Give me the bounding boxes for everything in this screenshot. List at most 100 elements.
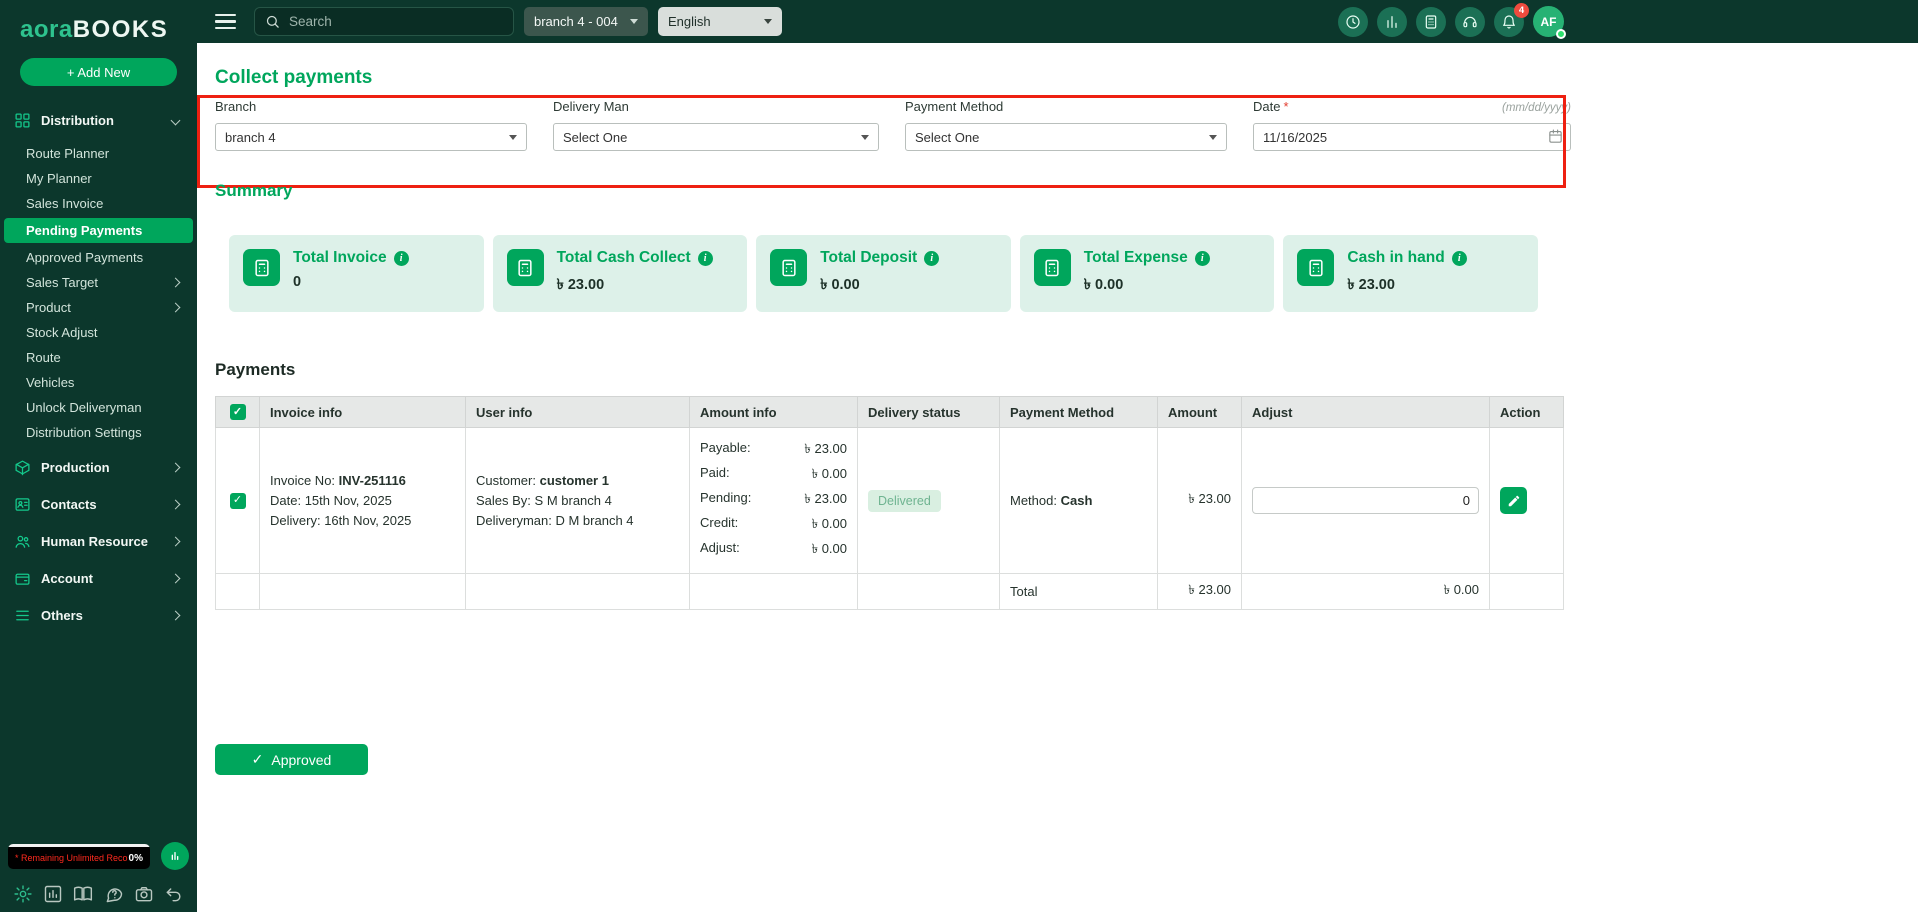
- invoice-number: INV-251116: [339, 473, 406, 488]
- branch-select[interactable]: branch 4 - 004: [524, 7, 648, 36]
- method-value: Cash: [1061, 493, 1093, 508]
- card-value: 0: [293, 274, 409, 290]
- sidebar-item-my-planner[interactable]: My Planner: [0, 166, 197, 191]
- branch-filter-select[interactable]: branch 4: [215, 123, 527, 151]
- sidebar-item-contacts[interactable]: Contacts: [0, 486, 197, 523]
- card-title: Total Deposit: [820, 249, 917, 267]
- date-input[interactable]: [1253, 123, 1571, 151]
- sidebar-item-production[interactable]: Production: [0, 449, 197, 486]
- bar-chart-icon: [1384, 14, 1400, 30]
- menu-toggle-icon[interactable]: [215, 14, 236, 29]
- gear-icon[interactable]: [13, 884, 33, 904]
- card-value: ৳ 0.00: [820, 274, 939, 298]
- sidebar-item-sales-target[interactable]: Sales Target: [0, 270, 197, 295]
- sidebar-item-distribution-settings[interactable]: Distribution Settings: [0, 420, 197, 445]
- chevron-right-icon: [171, 611, 181, 621]
- column-delivery-status: Delivery status: [858, 397, 1000, 428]
- payment-method-value: Select One: [915, 130, 979, 145]
- add-new-button[interactable]: + Add New: [20, 58, 177, 86]
- table-total-row: Total ৳ 23.00 ৳ 0.00: [216, 574, 1564, 610]
- info-icon[interactable]: i: [1195, 251, 1210, 266]
- sidebar-item-pending-payments[interactable]: Pending Payments: [4, 218, 193, 243]
- language-select-value: English: [668, 14, 711, 29]
- chart-icon[interactable]: [43, 884, 63, 904]
- sidebar-item-account[interactable]: Account: [0, 560, 197, 597]
- sidebar-item-human-resource[interactable]: Human Resource: [0, 523, 197, 560]
- user-info-cell: Customer: customer 1 Sales By: S M branc…: [466, 428, 690, 574]
- payments-heading: Payments: [215, 360, 1900, 380]
- chevron-right-icon: [171, 278, 181, 288]
- sidebar-item-route-planner[interactable]: Route Planner: [0, 141, 197, 166]
- sidebar-item-product[interactable]: Product: [0, 295, 197, 320]
- camera-icon[interactable]: [134, 884, 154, 904]
- brand-badge[interactable]: [161, 842, 189, 870]
- summary-card-cash-in-hand: Cash in handi ৳ 23.00: [1283, 235, 1538, 312]
- check-icon: ✓: [252, 751, 264, 768]
- sidebar-item-label: Approved Payments: [26, 250, 143, 265]
- payment-method-cell: Method: Cash: [1000, 428, 1158, 574]
- sidebar-item-label: My Planner: [26, 171, 92, 186]
- search-icon: [265, 14, 280, 29]
- adjust-amount: ৳ 0.00: [812, 540, 847, 561]
- delivery-date: 16th Nov, 2025: [324, 513, 411, 528]
- avatar[interactable]: AF: [1533, 6, 1564, 37]
- delivery-man-select[interactable]: Select One: [553, 123, 879, 151]
- stats-icon: [167, 848, 183, 864]
- sidebar-item-unlock-deliveryman[interactable]: Unlock Deliveryman: [0, 395, 197, 420]
- undo-icon[interactable]: [164, 884, 184, 904]
- sidebar-item-vehicles[interactable]: Vehicles: [0, 370, 197, 395]
- sidebar-item-route[interactable]: Route: [0, 345, 197, 370]
- distribution-grid-icon: [14, 112, 31, 129]
- payment-method-select[interactable]: Select One: [905, 123, 1227, 151]
- sidebar-item-distribution[interactable]: Distribution: [0, 102, 197, 139]
- language-select[interactable]: English: [658, 7, 782, 36]
- stats-button[interactable]: [1377, 7, 1407, 37]
- calculator-icon: [243, 249, 280, 286]
- help-chat-icon[interactable]: [104, 884, 124, 904]
- total-adjust-cell: ৳ 0.00: [1242, 574, 1490, 610]
- column-user-info: User info: [466, 397, 690, 428]
- sidebar-item-sales-invoice[interactable]: Sales Invoice: [0, 191, 197, 216]
- search-input[interactable]: [289, 14, 503, 29]
- app-window: aoraBOOKS + Add New Distribution Route P…: [0, 0, 1918, 912]
- row-checkbox[interactable]: ✓: [230, 493, 246, 509]
- sidebar-item-others[interactable]: Others: [0, 597, 197, 634]
- topbar: branch 4 - 004 English: [197, 0, 1918, 43]
- info-icon[interactable]: i: [394, 251, 409, 266]
- sidebar-item-stock-adjust[interactable]: Stock Adjust: [0, 320, 197, 345]
- total-label-cell: Total: [1000, 574, 1158, 610]
- calendar-icon[interactable]: [1547, 128, 1564, 145]
- total-amount-cell: ৳ 23.00: [1158, 574, 1242, 610]
- credit-amount: ৳ 0.00: [812, 515, 847, 536]
- approved-button[interactable]: ✓ Approved: [215, 744, 368, 775]
- time-tracker-button[interactable]: [1338, 7, 1368, 37]
- payment-method-label: Payment Method: [905, 99, 1003, 114]
- sidebar-item-approved-payments[interactable]: Approved Payments: [0, 245, 197, 270]
- sidebar-item-label: Production: [41, 460, 110, 475]
- select-all-checkbox[interactable]: ✓: [230, 404, 246, 420]
- info-icon[interactable]: i: [924, 251, 939, 266]
- card-value: ৳ 23.00: [1347, 274, 1466, 298]
- edit-button[interactable]: [1500, 487, 1527, 514]
- book-icon[interactable]: [73, 884, 93, 904]
- sidebar: aoraBOOKS + Add New Distribution Route P…: [0, 0, 197, 912]
- chevron-right-icon: [171, 500, 181, 510]
- main-area: branch 4 - 004 English: [197, 0, 1918, 912]
- column-payment-method: Payment Method: [1000, 397, 1158, 428]
- adjust-input[interactable]: [1252, 487, 1479, 514]
- notifications-button[interactable]: 4: [1494, 7, 1524, 37]
- required-mark: *: [1283, 99, 1288, 114]
- info-icon[interactable]: i: [698, 251, 713, 266]
- amount-info-cell: Payable:৳ 23.00 Paid:৳ 0.00 Pending:৳ 23…: [690, 428, 858, 574]
- sidebar-footer: * Remaining Unlimited Reco.. 0%: [0, 842, 197, 912]
- info-icon[interactable]: i: [1452, 251, 1467, 266]
- calculator-icon: [1423, 14, 1439, 30]
- support-button[interactable]: [1455, 7, 1485, 37]
- pending-amount: ৳ 23.00: [804, 490, 847, 511]
- calculator-button[interactable]: [1416, 7, 1446, 37]
- paid-amount: ৳ 0.00: [812, 465, 847, 486]
- sidebar-item-label: Contacts: [41, 497, 97, 512]
- select-all-header: ✓: [216, 397, 260, 428]
- column-amount: Amount: [1158, 397, 1242, 428]
- sidebar-quick-icons: [0, 870, 197, 904]
